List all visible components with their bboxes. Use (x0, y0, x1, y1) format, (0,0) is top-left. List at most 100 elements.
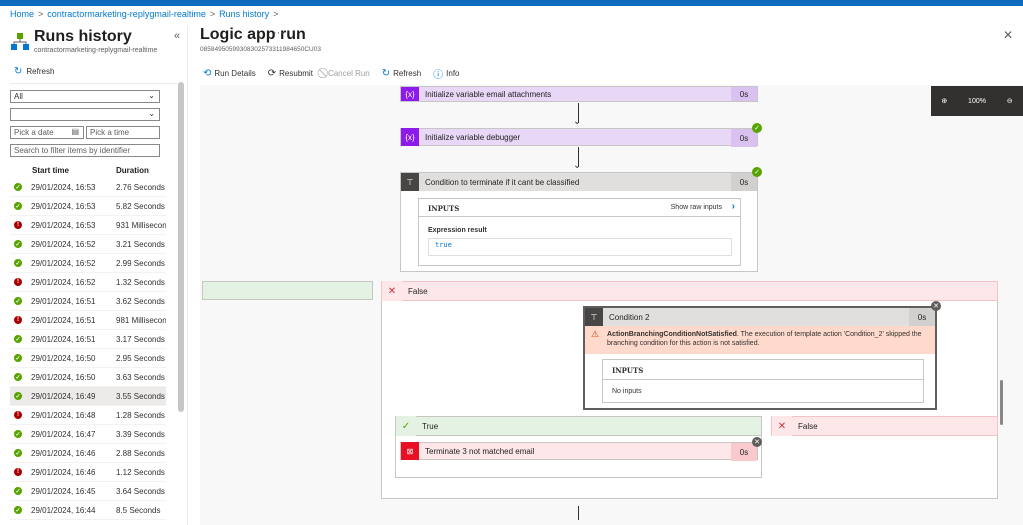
run-start-time: 29/01/2024, 16:53 (31, 220, 96, 230)
run-row[interactable]: ✓ 29/01/2024, 16:53 2.76 Seconds (10, 178, 166, 197)
blade-subtitle: contractormarketing-replygmail-realtime (34, 47, 158, 54)
refresh-runs-button[interactable]: ↻ Refresh (14, 66, 54, 77)
run-row[interactable]: ! 29/01/2024, 16:46 1.12 Seconds (10, 463, 166, 482)
run-row[interactable]: ! 29/01/2024, 16:48 1.28 Seconds (10, 406, 166, 425)
no-inputs-text: No inputs (612, 388, 642, 395)
action-terminate[interactable]: ⊠ Terminate 3 not matched email 0s (400, 442, 758, 461)
refresh-label: Refresh (393, 69, 422, 78)
success-status-icon: ✓ (14, 449, 22, 457)
run-row[interactable]: ✓ 29/01/2024, 16:52 3.21 Seconds (10, 235, 166, 254)
success-status-icon: ✓ (14, 259, 22, 267)
breadcrumb-runs-history[interactable]: Runs history (219, 9, 269, 19)
false-branch-2-header[interactable]: ✕ False (771, 416, 998, 436)
breadcrumb: Home > contractormarketing-replygmail-real… (10, 9, 282, 19)
breadcrumb-separator: > (273, 9, 279, 19)
column-header-duration[interactable]: Duration (116, 166, 149, 175)
action-initialize-variable-debugger[interactable]: {x} Initialize variable debugger 0s (400, 128, 758, 147)
branch-label: False (798, 421, 818, 431)
run-row[interactable]: ✓ 29/01/2024, 16:52 2.99 Seconds (10, 254, 166, 273)
refresh-button[interactable]: ↻ Refresh (382, 68, 421, 79)
run-duration: 3.39 Seconds (116, 429, 165, 439)
inputs-title: INPUTS (428, 204, 460, 213)
run-start-time: 29/01/2024, 16:47 (31, 429, 96, 439)
run-row[interactable]: ✓ 29/01/2024, 16:46 2.88 Seconds (10, 444, 166, 463)
true-branch-header-partial[interactable] (202, 281, 373, 300)
status-filter-select[interactable]: All ⌄ (10, 90, 160, 103)
run-row[interactable]: ✓ 29/01/2024, 16:50 2.95 Seconds (10, 349, 166, 368)
collapse-blade-button[interactable]: « (174, 30, 180, 42)
date-picker-input[interactable]: Pick a date ▤ (10, 126, 84, 139)
run-start-time: 29/01/2024, 16:50 (31, 372, 96, 382)
more-options-button[interactable]: ··· (273, 27, 284, 39)
true-branch-header[interactable]: ✓ True (395, 416, 762, 436)
success-status-icon: ✓ (14, 373, 22, 381)
run-row[interactable]: ! 29/01/2024, 16:52 1.32 Seconds (10, 273, 166, 292)
calendar-icon: ▤ (71, 127, 79, 136)
resubmit-button[interactable]: ⟳ Resubmit (268, 68, 313, 79)
success-status-icon: ✓ (14, 335, 22, 343)
success-status-icon: ✓ (14, 183, 22, 191)
info-label: Info (446, 69, 460, 78)
run-start-time: 29/01/2024, 16:44 (31, 505, 96, 515)
canvas-scrollbar[interactable] (1000, 380, 1003, 425)
run-row[interactable]: ✓ 29/01/2024, 16:44 8.5 Seconds (10, 501, 166, 520)
run-row[interactable]: ✓ 29/01/2024, 16:53 5.82 Seconds (10, 197, 166, 216)
secondary-filter-select[interactable]: ⌄ (10, 108, 160, 121)
run-row[interactable]: ✓ 29/01/2024, 16:50 3.63 Seconds (10, 368, 166, 387)
search-placeholder: Search to filter items by identifier (14, 146, 131, 155)
warning-icon: ⚠ (591, 329, 600, 339)
zoom-out-icon[interactable]: ⊖ (1007, 97, 1013, 105)
run-row[interactable]: ✓ 29/01/2024, 16:47 3.39 Seconds (10, 425, 166, 444)
run-row[interactable]: ! 29/01/2024, 16:53 931 Milliseconds (10, 216, 166, 235)
zoom-in-icon[interactable]: ⊕ (941, 97, 947, 105)
run-row[interactable]: ✓ 29/01/2024, 16:51 3.17 Seconds (10, 330, 166, 349)
run-row[interactable]: ✓ 29/01/2024, 16:45 3.64 Seconds (10, 482, 166, 501)
history-icon: ⟲ (203, 68, 212, 79)
action-initialize-variable-attachments[interactable]: {x} Initialize variable email attachment… (400, 86, 758, 102)
run-duration: 2.88 Seconds (116, 448, 165, 458)
condition-2-header[interactable]: ⊤ Condition 2 0s (585, 308, 935, 326)
run-row[interactable]: ✓ 29/01/2024, 16:49 3.55 Seconds (10, 387, 166, 406)
show-raw-inputs-link[interactable]: Show raw inputs (671, 204, 722, 211)
search-runs-input[interactable]: Search to filter items by identifier (10, 144, 160, 157)
run-details-button[interactable]: ⟲ Run Details (203, 68, 256, 79)
close-button[interactable]: ✕ (1003, 28, 1013, 42)
false-branch-header[interactable]: ✕ False (381, 281, 998, 301)
time-placeholder: Pick a time (90, 128, 130, 137)
run-duration: 2.95 Seconds (116, 353, 165, 363)
expression-result-label: Expression result (428, 227, 487, 234)
skipped-x-icon: ✕ (931, 301, 941, 311)
variable-icon: {x} (401, 128, 419, 146)
variable-icon: {x} (401, 87, 419, 101)
condition-card[interactable]: ⊤ Condition to terminate if it cant be c… (400, 172, 758, 272)
branch-label: True (422, 421, 439, 431)
breadcrumb-home[interactable]: Home (10, 9, 34, 19)
runs-list-scrollbar[interactable] (178, 82, 184, 412)
run-start-time: 29/01/2024, 16:51 (31, 315, 96, 325)
close-x-icon: ✕ (772, 416, 792, 436)
info-icon: ⓘ (433, 70, 444, 81)
close-x-icon: ✕ (382, 281, 402, 301)
inputs-title: INPUTS (612, 366, 644, 375)
run-row[interactable]: ✓ 29/01/2024, 16:51 3.62 Seconds (10, 292, 166, 311)
condition-2-card[interactable]: ⊤ Condition 2 0s ⚠ ActionBranchingCondit… (583, 306, 937, 410)
run-row[interactable]: ! 29/01/2024, 16:51 981 Milliseconds (10, 311, 166, 330)
action-label: Initialize variable email attachments (425, 89, 552, 99)
success-status-icon: ✓ (14, 487, 22, 495)
zoom-control: ⊕ 100% ⊖ (931, 86, 1023, 116)
info-button[interactable]: ⓘ Info (433, 66, 459, 81)
run-start-time: 29/01/2024, 16:52 (31, 239, 96, 249)
breadcrumb-app[interactable]: contractormarketing-replygmail-realtime (47, 9, 206, 19)
run-id: 08584950599308302573311984650CU03 (200, 46, 321, 53)
date-placeholder: Pick a date (14, 128, 54, 137)
time-picker-input[interactable]: Pick a time (86, 126, 160, 139)
arrow-down-icon: ⌄ (573, 160, 582, 171)
action-duration: 0s (731, 87, 757, 101)
column-header-start-time[interactable]: Start time (32, 166, 69, 175)
run-duration: 1.12 Seconds (116, 467, 165, 477)
cancel-run-button[interactable]: ⃠ Cancel Run (325, 68, 370, 79)
condition-header[interactable]: ⊤ Condition to terminate if it cant be c… (401, 173, 757, 191)
run-duration: 1.28 Seconds (116, 410, 165, 420)
run-duration: 5.82 Seconds (116, 201, 165, 211)
error-status-icon: ! (14, 468, 22, 476)
